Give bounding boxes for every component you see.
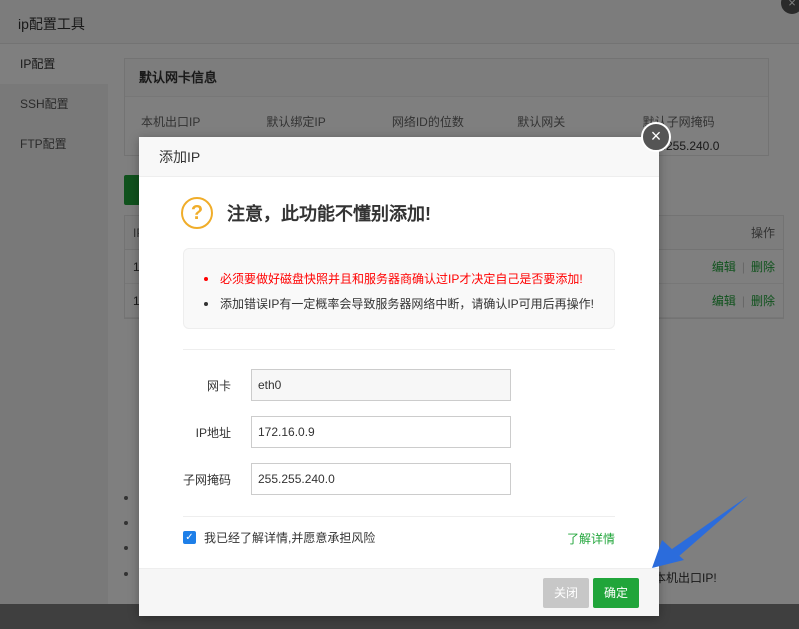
divider (183, 516, 615, 517)
learn-more-link[interactable]: 了解详情 (567, 530, 615, 547)
confirm-button[interactable]: 确定 (593, 578, 639, 608)
divider (183, 349, 615, 350)
agree-row: ✓ 我已经了解详情,并愿意承担风险 (183, 529, 375, 546)
annotation-arrow-icon (652, 496, 748, 568)
agree-checkbox[interactable]: ✓ (183, 531, 196, 544)
notice-item-info: 添加错误IP有一定概率会导致服务器网络中断，请确认IP可用后再操作! (204, 292, 614, 317)
dialog-close-icon[interactable]: × (641, 122, 671, 152)
dialog-footer: 关闭 确定 (139, 568, 659, 616)
mask-label: 子网掩码 (183, 472, 232, 487)
form-row-nic: 网卡 (183, 369, 511, 401)
nic-input[interactable] (251, 369, 511, 401)
dialog-title: 添加IP (139, 137, 659, 177)
close-button[interactable]: 关闭 (543, 578, 589, 608)
form-row-mask: 子网掩码 (183, 463, 511, 495)
ip-address-input[interactable] (251, 416, 511, 448)
nic-label: 网卡 (206, 378, 231, 393)
add-ip-dialog: 添加IP ? 注意，此功能不懂别添加! 必须要做好磁盘快照并且和服务器商确认过I… (139, 137, 659, 616)
notice-box: 必须要做好磁盘快照并且和服务器商确认过IP才决定自己是否要添加! 添加错误IP有… (183, 248, 615, 329)
question-icon: ? (181, 197, 213, 229)
agree-label[interactable]: 我已经了解详情,并愿意承担风险 (204, 529, 375, 546)
subnet-mask-input[interactable] (251, 463, 511, 495)
form-row-ip: IP地址 (183, 416, 511, 448)
warning-heading: ? 注意，此功能不懂别添加! (181, 197, 431, 229)
ip-label: IP地址 (195, 425, 231, 440)
warning-title: 注意，此功能不懂别添加! (227, 204, 431, 224)
notice-item-danger: 必须要做好磁盘快照并且和服务器商确认过IP才决定自己是否要添加! (204, 267, 614, 292)
